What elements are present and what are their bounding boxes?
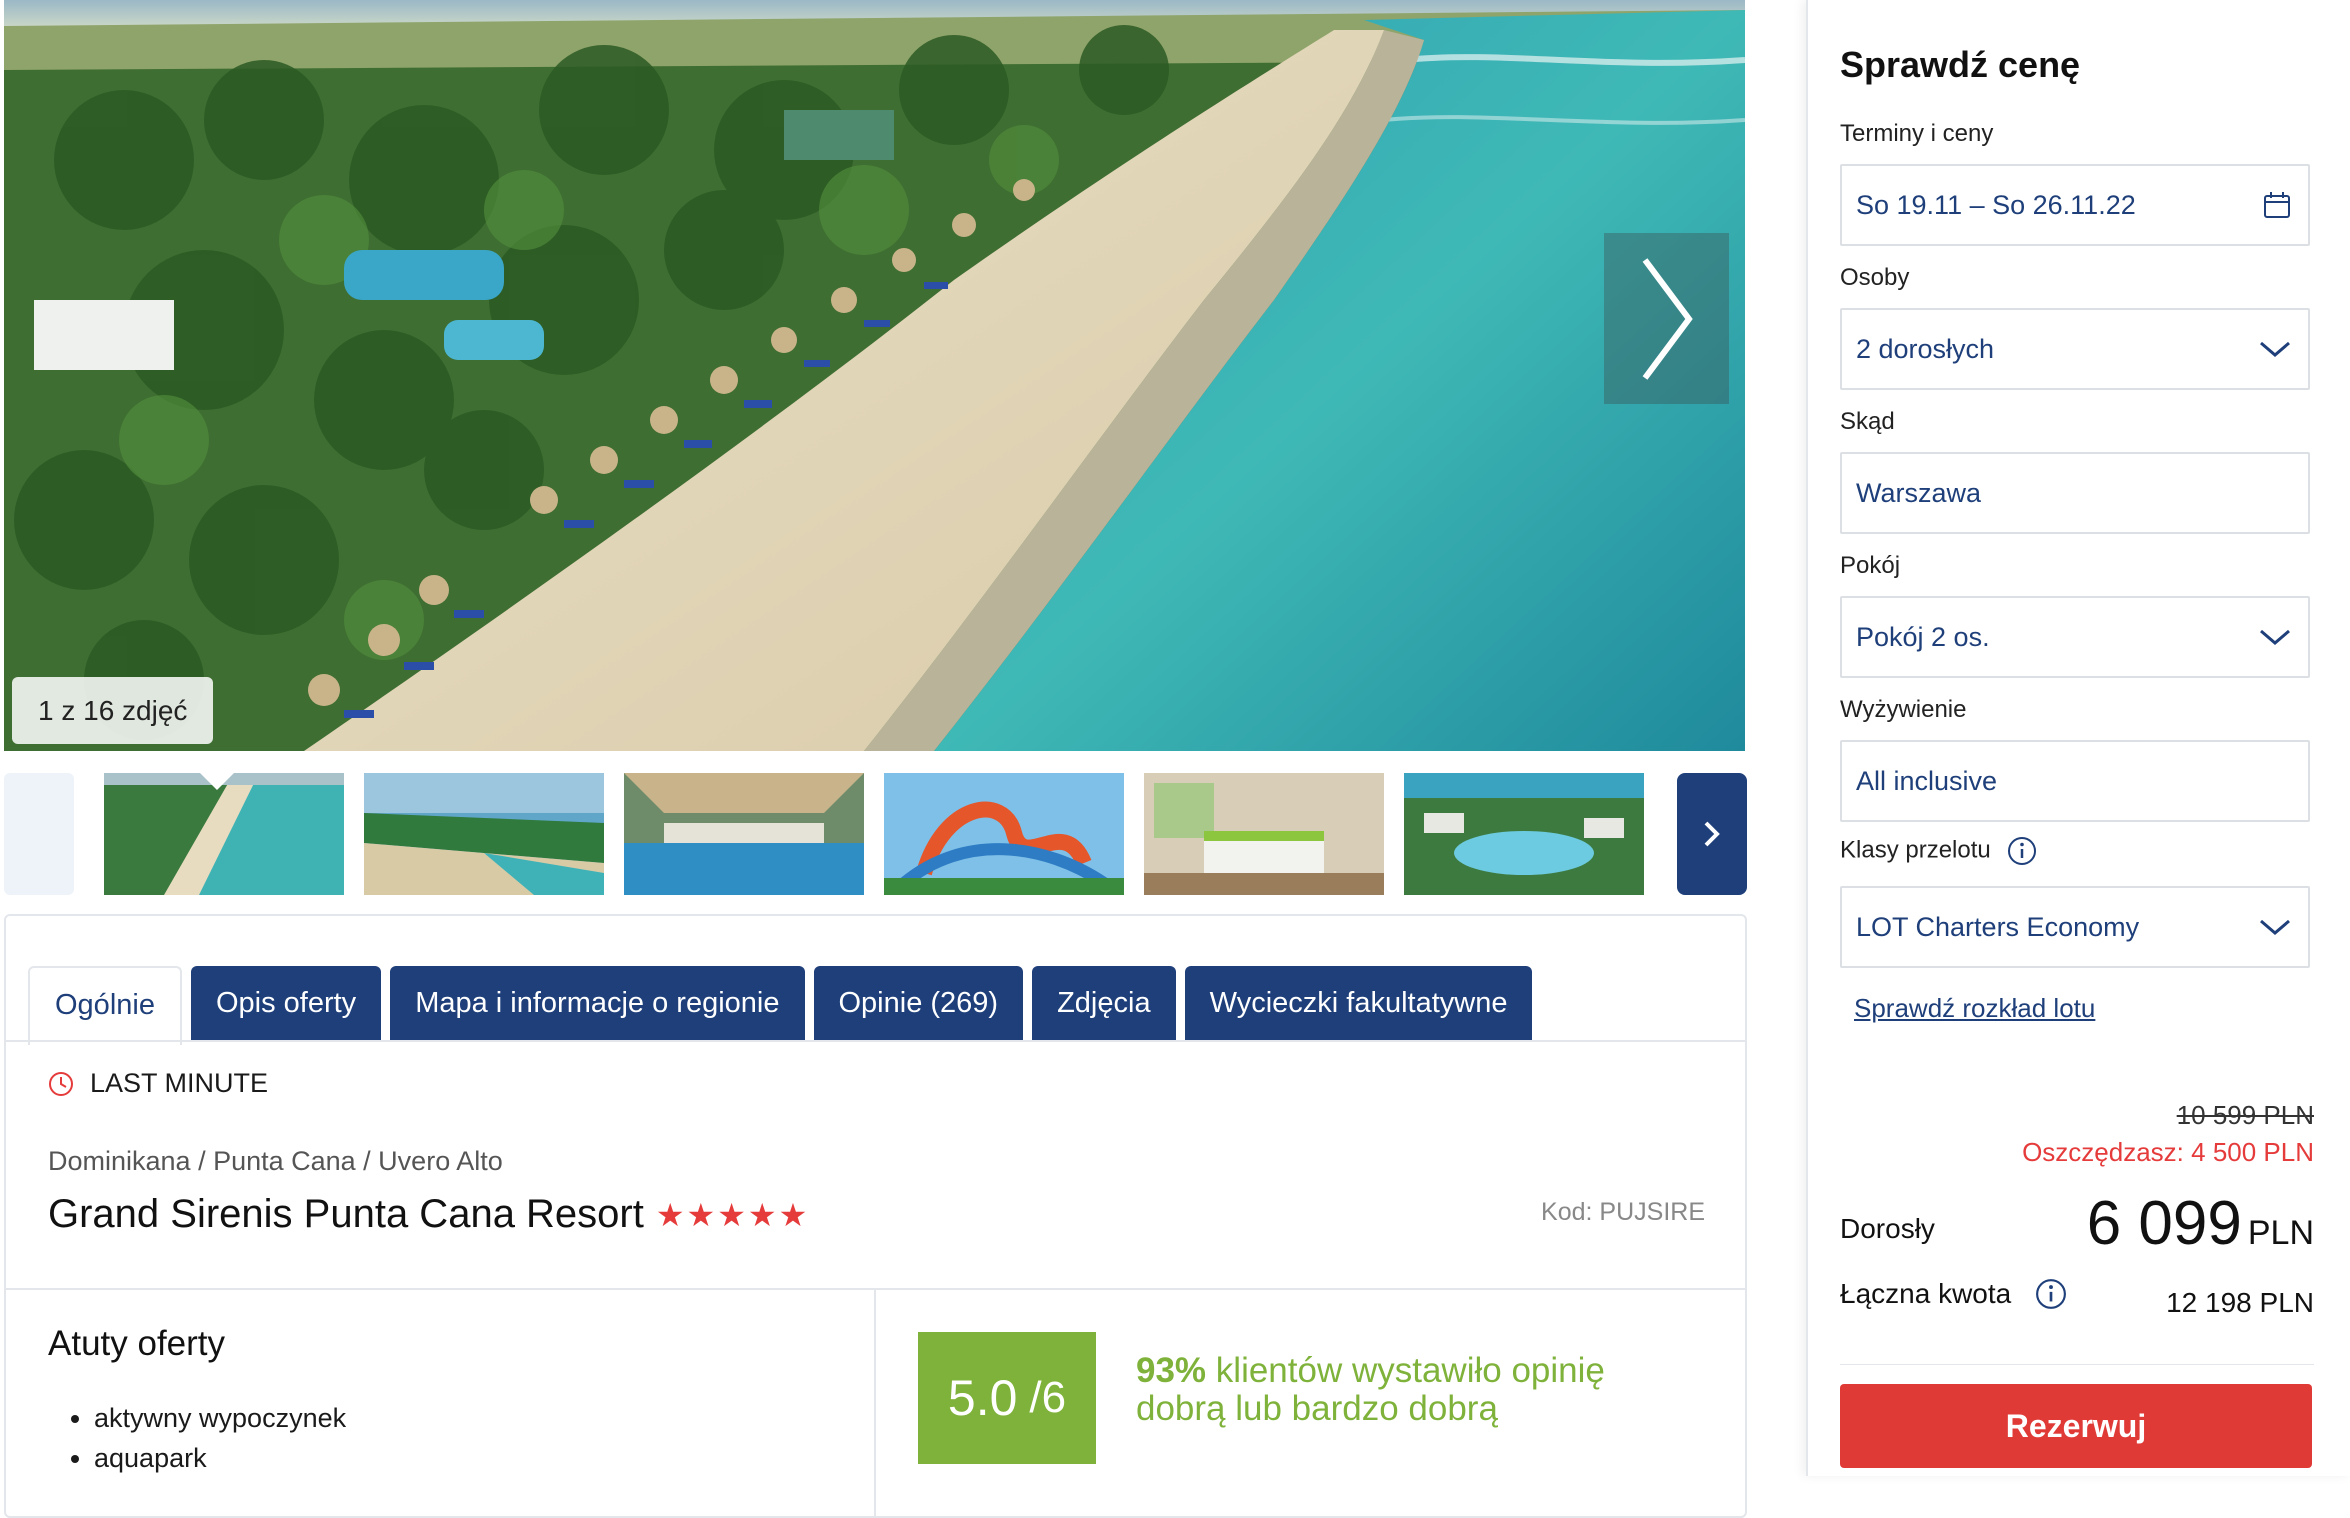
gallery-next-button[interactable] — [1604, 233, 1729, 404]
flight-schedule-link[interactable]: Sprawdź rozkład lotu — [1854, 993, 2095, 1024]
hero-photo[interactable]: 1 z 16 zdjęć — [4, 0, 1745, 751]
highlights-list: aktywny wypoczynek aquapark — [58, 1398, 346, 1478]
adult-price-value: 6 099 — [2086, 1189, 2242, 1258]
photo-counter: 1 z 16 zdjęć — [12, 677, 214, 744]
chevron-right-icon — [1704, 821, 1720, 847]
total-label: Łączna kwota — [1840, 1278, 2067, 1310]
rating-scale: /6 — [1029, 1373, 1067, 1422]
beach-aerial-thumbnail — [104, 773, 344, 895]
dates-label: Terminy i ceny — [1840, 120, 1994, 147]
tabs-divider — [6, 1040, 1745, 1042]
info-icon[interactable] — [2007, 836, 2037, 866]
room-select[interactable]: Pokój 2 os. — [1840, 596, 2310, 678]
from-label: Skąd — [1840, 408, 1895, 435]
star-rating: ★★★★★ — [655, 1196, 810, 1233]
beach-aerial-image — [4, 0, 1745, 751]
thumbnail-next-button[interactable] — [1677, 773, 1747, 895]
thumbnail-3[interactable] — [624, 773, 864, 895]
adult-label: Dorosły — [1840, 1213, 1935, 1244]
calendar-icon — [2264, 192, 2290, 218]
resort-aerial-thumbnail — [1404, 773, 1644, 895]
hotel-title: Grand Sirenis Punta Cana Resort ★★★★★ — [48, 1192, 809, 1237]
adult-price: 6 099 PLN — [2087, 1188, 2314, 1259]
tab-reviews[interactable]: Opinie (269) — [813, 966, 1024, 1041]
thumbnail-strip — [4, 773, 1747, 895]
clock-icon — [49, 1071, 73, 1096]
book-button[interactable]: Rezerwuj — [1840, 1384, 2312, 1468]
old-price: 10 599 PLN — [2176, 1100, 2314, 1130]
rating-score-box: 5.0 /6 — [918, 1332, 1096, 1464]
dates-value: So 19.11 – So 26.11.22 — [1856, 189, 2136, 220]
panel-title: Sprawdź cenę — [1840, 44, 2081, 85]
highlights-title: Atuty oferty — [48, 1324, 226, 1363]
flight-class-label: Klasy przelotu — [1840, 836, 2037, 866]
tab-photos[interactable]: Zdjęcia — [1032, 966, 1176, 1041]
board-value: All inclusive — [1856, 765, 1998, 796]
thumbnail-prev-button[interactable] — [4, 773, 74, 895]
total-label-text: Łączna kwota — [1840, 1278, 2012, 1309]
last-minute-label: LAST MINUTE — [90, 1068, 269, 1098]
water-slides-thumbnail — [884, 773, 1124, 895]
beach-shore-thumbnail — [364, 773, 604, 895]
hotel-name: Grand Sirenis Punta Cana Resort — [48, 1192, 644, 1236]
breadcrumb: Dominikana / Punta Cana / Uvero Alto — [48, 1146, 503, 1176]
offer-card: Ogólnie Opis oferty Mapa i informacje o … — [4, 914, 1747, 1518]
pool-bar-thumbnail — [624, 773, 864, 895]
price-divider — [1840, 1364, 2314, 1365]
persons-value: 2 dorosłych — [1856, 333, 1995, 364]
room-value: Pokój 2 os. — [1856, 621, 1990, 652]
info-icon[interactable] — [2035, 1278, 2067, 1310]
rating-summary: 93% klientów wystawiło opinię dobrą lub … — [1136, 1352, 1656, 1428]
persons-label: Osoby — [1840, 264, 1910, 291]
thumbnail-5[interactable] — [1144, 773, 1384, 895]
last-minute-badge: LAST MINUTE — [48, 1068, 268, 1099]
rating-score: 5.0 — [947, 1370, 1018, 1426]
from-field[interactable]: Warszawa — [1840, 452, 2310, 534]
savings-text: Oszczędzasz: 4 500 PLN — [2022, 1137, 2314, 1167]
tab-excursions[interactable]: Wycieczki fakultatywne — [1184, 966, 1533, 1041]
tab-general[interactable]: Ogólnie — [28, 966, 182, 1045]
dates-field[interactable]: So 19.11 – So 26.11.22 — [1840, 164, 2310, 246]
flight-class-value: LOT Charters Economy — [1856, 911, 2140, 942]
from-value: Warszawa — [1856, 477, 1982, 508]
board-field[interactable]: All inclusive — [1840, 740, 2310, 822]
total-value: 12 198 PLN — [2166, 1287, 2314, 1318]
rating-text: klientów wystawiło opinię dobrą lub bard… — [1136, 1351, 1605, 1428]
thumbnail-6[interactable] — [1404, 773, 1644, 895]
board-label: Wyżywienie — [1840, 696, 1967, 723]
hotel-room-thumbnail — [1144, 773, 1384, 895]
list-item: aktywny wypoczynek — [94, 1398, 346, 1438]
chevron-right-icon — [1642, 257, 1693, 380]
flight-class-select[interactable]: LOT Charters Economy — [1840, 886, 2310, 968]
persons-select[interactable]: 2 dorosłych — [1840, 308, 2310, 390]
booking-panel: Sprawdź cenę Terminy i ceny So 19.11 – S… — [1806, 0, 2350, 1476]
active-thumbnail-marker — [200, 773, 234, 790]
rating-percent: 93% — [1136, 1351, 1207, 1390]
chevron-down-icon — [2260, 341, 2290, 357]
tab-bar: Ogólnie Opis oferty Mapa i informacje o … — [28, 966, 1533, 1045]
list-item: aquapark — [94, 1438, 346, 1478]
thumbnail-2[interactable] — [364, 773, 604, 895]
thumbnail-4[interactable] — [884, 773, 1124, 895]
tab-offer-description[interactable]: Opis oferty — [190, 966, 382, 1041]
thumbnail-1[interactable] — [104, 773, 344, 895]
room-label: Pokój — [1840, 552, 1901, 579]
tab-map-region[interactable]: Mapa i informacje o regionie — [390, 966, 805, 1041]
flight-class-label-text: Klasy przelotu — [1840, 836, 1991, 864]
chevron-down-icon — [2260, 919, 2290, 935]
chevron-down-icon — [2260, 629, 2290, 645]
column-divider — [874, 1288, 876, 1518]
offer-code: Kod: PUJSIRE — [1541, 1198, 1705, 1226]
currency-label: PLN — [2247, 1214, 2314, 1252]
